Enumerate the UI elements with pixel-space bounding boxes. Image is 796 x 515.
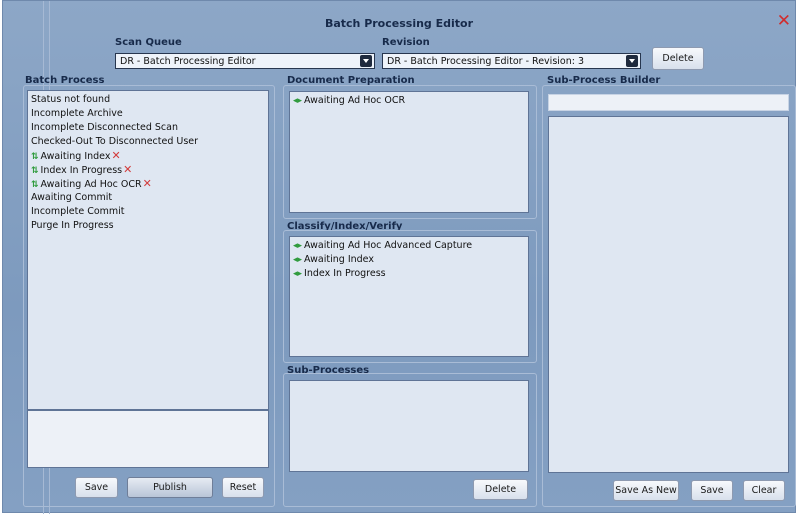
list-item-label: Incomplete Commit (31, 206, 125, 217)
clear-button[interactable]: Clear (743, 480, 785, 501)
save-as-new-button[interactable]: Save As New (613, 480, 679, 501)
list-item[interactable]: ⇅ Index In Progress✕ (31, 163, 268, 177)
list-item[interactable]: ◂▸ Awaiting Ad Hoc OCR (293, 94, 528, 108)
list-item-label: Incomplete Archive (31, 108, 123, 119)
scan-queue-dropdown[interactable]: DR - Batch Processing Editor (115, 53, 375, 69)
batch-process-detail-box[interactable] (27, 410, 269, 468)
revision-value: DR - Batch Processing Editor - Revision:… (387, 56, 585, 67)
reset-button[interactable]: Reset (222, 477, 264, 498)
close-icon[interactable]: ✕ (777, 13, 791, 30)
list-item-label: Awaiting Ad Hoc OCR (40, 179, 142, 190)
list-item-label: Awaiting Ad Hoc Advanced Capture (304, 240, 473, 251)
list-item[interactable]: Awaiting Commit (31, 191, 268, 205)
list-item[interactable]: Incomplete Archive (31, 107, 268, 121)
publish-button[interactable]: Publish (127, 477, 213, 498)
save-sub-process-button[interactable]: Save (691, 480, 733, 501)
batch-processing-editor-window: Batch Processing Editor ✕ Scan Queue DR … (2, 0, 796, 514)
list-item[interactable]: Checked-Out To Disconnected User (31, 135, 268, 149)
list-item[interactable]: Purge In Progress (31, 219, 268, 233)
left-right-arrows-icon[interactable]: ◂▸ (293, 95, 302, 108)
list-item-label: Incomplete Disconnected Scan (31, 122, 178, 133)
list-item-label: Awaiting Index (40, 151, 111, 162)
list-item-label: Checked-Out To Disconnected User (31, 136, 199, 147)
sub-process-builder-list[interactable] (548, 116, 789, 473)
list-item-label: Awaiting Ad Hoc OCR (304, 95, 406, 106)
left-right-arrows-icon[interactable]: ◂▸ (293, 268, 302, 281)
classify-index-verify-list[interactable]: ◂▸ Awaiting Ad Hoc Advanced Capture ◂▸ Awai… (289, 236, 529, 357)
list-item[interactable]: ⇅ Awaiting Index✕ (31, 149, 268, 163)
chevron-down-icon[interactable] (626, 55, 638, 67)
list-item[interactable]: ◂▸ Awaiting Index (293, 253, 528, 267)
list-item[interactable]: Status not found (31, 93, 268, 107)
sub-process-name-field[interactable] (548, 94, 789, 111)
delete-revision-button[interactable]: Delete (652, 47, 704, 70)
revision-dropdown[interactable]: DR - Batch Processing Editor - Revision:… (382, 53, 641, 69)
list-item-label: Purge In Progress (31, 220, 114, 231)
scan-queue-label: Scan Queue (115, 37, 182, 48)
list-item[interactable]: ⇅ Awaiting Ad Hoc OCR✕ (31, 177, 268, 191)
list-item[interactable]: ◂▸ Index In Progress (293, 267, 528, 281)
remove-icon[interactable]: ✕ (123, 163, 132, 176)
left-right-arrows-icon[interactable]: ◂▸ (293, 240, 302, 253)
left-right-arrows-icon[interactable]: ◂▸ (293, 254, 302, 267)
chevron-down-icon[interactable] (360, 55, 372, 67)
list-item[interactable]: Incomplete Disconnected Scan (31, 121, 268, 135)
list-item-label: Index In Progress (40, 165, 123, 176)
list-item[interactable]: Incomplete Commit (31, 205, 268, 219)
batch-process-list[interactable]: Status not found Incomplete Archive Incomp… (27, 90, 269, 410)
list-item[interactable]: ◂▸ Awaiting Ad Hoc Advanced Capture (293, 239, 528, 253)
delete-sub-process-button[interactable]: Delete (473, 479, 528, 500)
save-button[interactable]: Save (75, 477, 118, 498)
list-item-label: Index In Progress (304, 268, 386, 279)
list-item-label: Awaiting Commit (31, 192, 113, 203)
list-item-label: Awaiting Index (304, 254, 374, 265)
sub-processes-list[interactable] (289, 380, 529, 472)
revision-label: Revision (382, 37, 430, 48)
list-item-label: Status not found (31, 94, 111, 105)
window-title: Batch Processing Editor (324, 17, 474, 30)
remove-icon[interactable]: ✕ (143, 177, 152, 190)
remove-icon[interactable]: ✕ (111, 149, 120, 162)
document-preparation-list[interactable]: ◂▸ Awaiting Ad Hoc OCR (289, 91, 529, 213)
scan-queue-value: DR - Batch Processing Editor (120, 56, 256, 67)
